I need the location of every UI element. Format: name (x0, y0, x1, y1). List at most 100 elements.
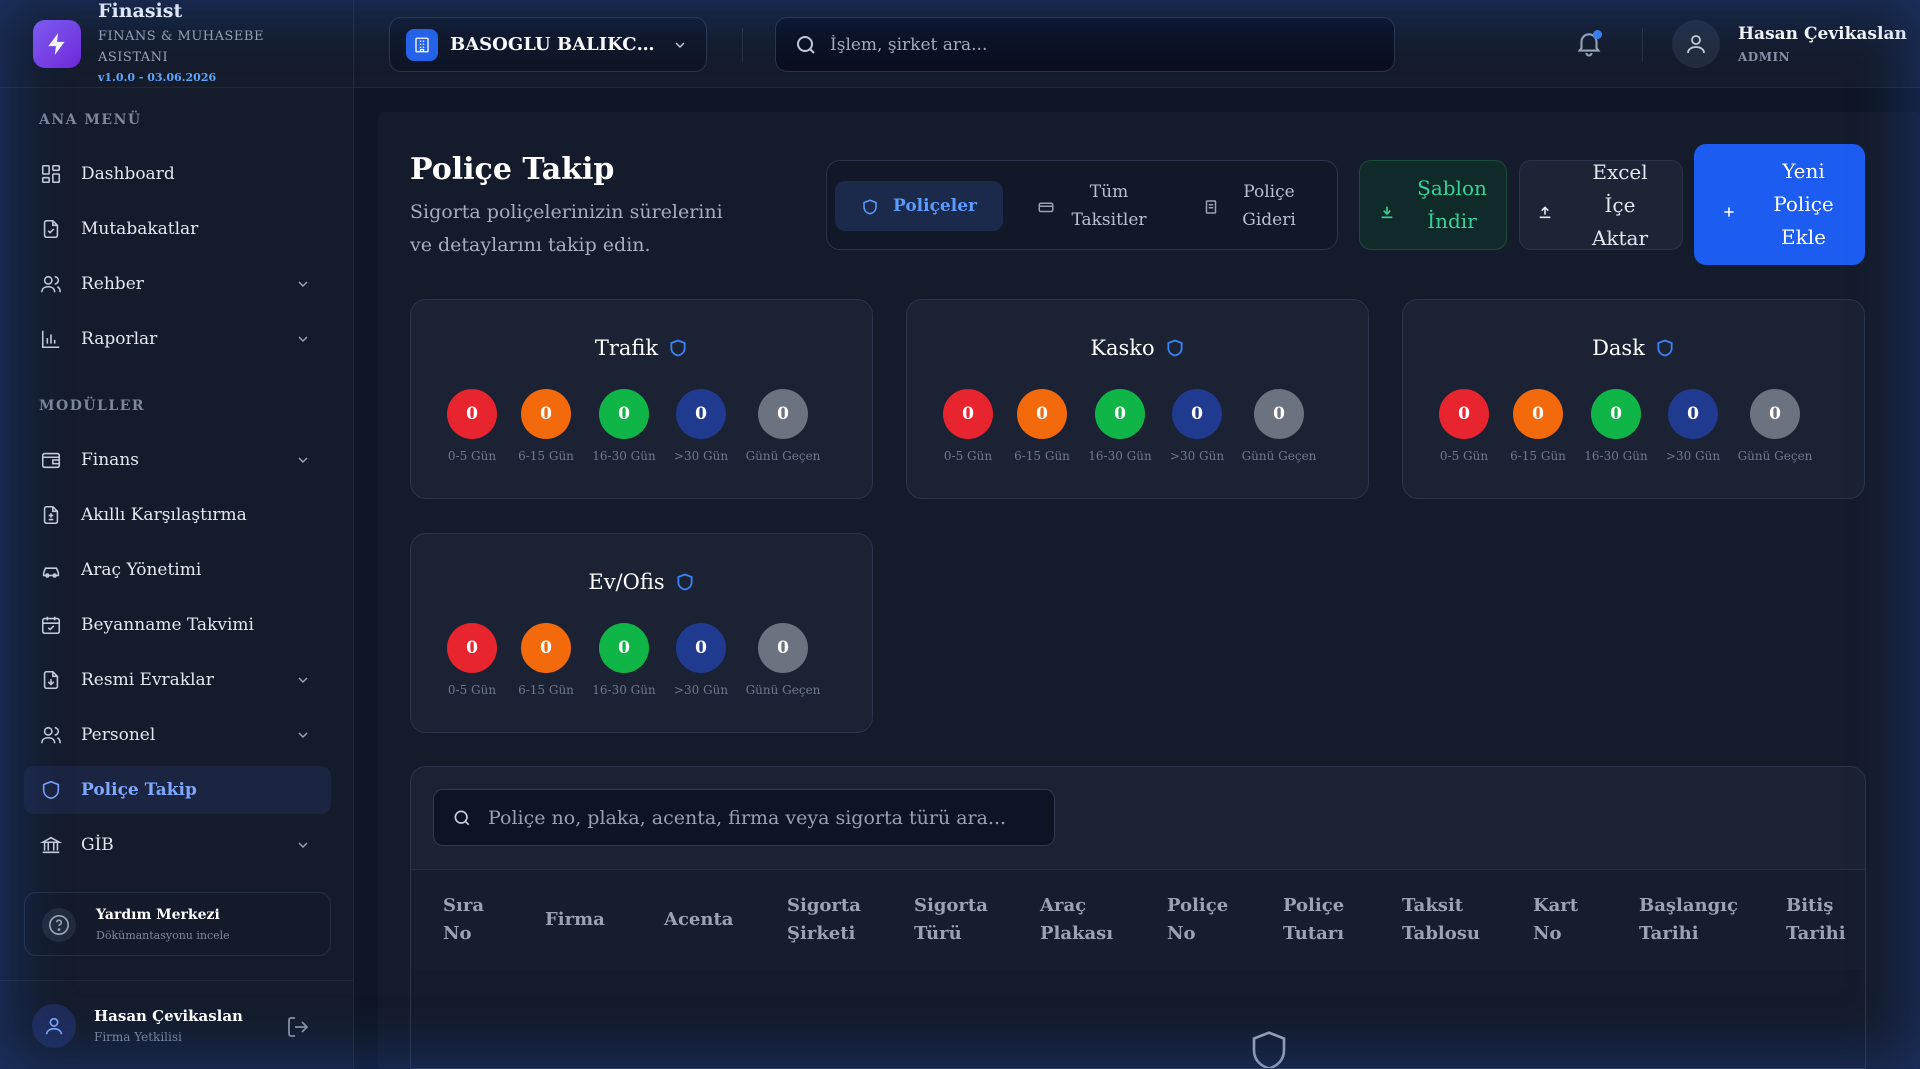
status-count-badge[interactable]: 0 (1750, 389, 1800, 439)
status-count-badge[interactable]: 0 (758, 389, 808, 439)
status-count-badge[interactable]: 0 (758, 623, 808, 673)
status-label: Günü Geçen (1737, 449, 1813, 463)
column-header[interactable]: Bitiş Tarihi (1786, 892, 1846, 948)
policy-type-card[interactable]: Ev/Ofis 0 0-5 Gün 0 6-15 Gün 0 16-30 Gün 0 >30 G… (410, 533, 873, 733)
sidebar-item-personel[interactable]: Personel (24, 711, 331, 759)
shield-icon (861, 197, 879, 215)
column-header[interactable]: Sıra No (443, 892, 484, 948)
sidebar-item-beyanname-takvimi[interactable]: Beyanname Takvimi (24, 601, 331, 649)
column-header[interactable]: Kart No (1533, 892, 1578, 948)
column-header-text: Sigorta (914, 895, 988, 916)
column-header-text: No (1533, 923, 1562, 944)
table-search-input[interactable] (488, 806, 1048, 829)
status-count-badge[interactable]: 0 (521, 389, 571, 439)
card-title-text: Kasko (1090, 336, 1155, 360)
status-count-badge[interactable]: 0 (521, 623, 571, 673)
excel-import-button[interactable]: Excel İçe Aktar (1519, 160, 1683, 250)
column-header[interactable]: Sigorta Şirketi (787, 892, 861, 948)
new-policy-label: Yeni Poliçe Ekle (1773, 159, 1834, 249)
status-label: >30 Gün (1665, 449, 1721, 463)
sidebar-item-araç-yönetimi[interactable]: Araç Yönetimi (24, 546, 331, 594)
status-count-badge[interactable]: 0 (1439, 389, 1489, 439)
sidebar-item-rehber[interactable]: Rehber (24, 260, 331, 308)
sidebar-user: Hasan Çevikaslan Firma Yetkilisi (0, 980, 354, 1069)
column-header-text: No (443, 923, 472, 944)
policy-type-card[interactable]: Trafik 0 0-5 Gün 0 6-15 Gün 0 16-30 Gün 0 >30 Gü… (410, 299, 873, 499)
sidebar-item-gi-b[interactable]: GİB (24, 821, 331, 869)
tab-policeler[interactable]: Poliçeler (835, 181, 1003, 231)
status-count-badge[interactable]: 0 (1591, 389, 1641, 439)
sidebar-item-poliçe-takip[interactable]: Poliçe Takip (24, 766, 331, 814)
status-count-badge[interactable]: 0 (1172, 389, 1222, 439)
table-search (433, 789, 1055, 846)
help-icon (42, 908, 76, 942)
status-count-badge[interactable]: 0 (599, 623, 649, 673)
sidebar-item-dashboard[interactable]: Dashboard (24, 150, 331, 198)
lightning-icon[interactable] (33, 20, 81, 68)
sidebar-item-raporlar[interactable]: Raporlar (24, 315, 331, 363)
sidebar-item-resmi-evraklar[interactable]: Resmi Evraklar (24, 656, 331, 704)
status-count-badge[interactable]: 0 (676, 623, 726, 673)
card-title: Trafik (411, 336, 872, 360)
status-count-badge[interactable]: 0 (1513, 389, 1563, 439)
column-header[interactable]: Taksit Tablosu (1402, 892, 1480, 948)
column-header[interactable]: Poliçe No (1167, 892, 1228, 948)
template-download-button[interactable]: Şablon İndir (1359, 160, 1507, 250)
company-selector[interactable]: BASOGLU BALIKCILIK (389, 17, 707, 72)
status-count-badge[interactable]: 0 (1254, 389, 1304, 439)
column-header[interactable]: Poliçe Tutarı (1283, 892, 1344, 948)
tab-tum-taksitler[interactable]: Tüm Taksitler (1023, 181, 1163, 231)
column-header-text: Firma (545, 909, 605, 930)
sidebar: Finasist Finans & Muhasebe Asistanı v1.0… (0, 0, 354, 1069)
sidebar-item-mutabakatlar[interactable]: Mutabakatlar (24, 205, 331, 253)
status-count-badge[interactable]: 0 (943, 389, 993, 439)
chevron-down-icon (295, 837, 311, 853)
status-label: 0-5 Gün (447, 449, 497, 463)
policy-type-card[interactable]: Kasko 0 0-5 Gün 0 6-15 Gün 0 16-30 Gün 0 >30 Gün… (906, 299, 1369, 499)
status-label: >30 Gün (673, 683, 729, 697)
tab-police-gideri[interactable]: Poliçe Gideri (1183, 181, 1323, 231)
column-header[interactable]: Araç Plakası (1040, 892, 1113, 948)
column-header[interactable]: Firma (545, 906, 605, 934)
company-name: BASOGLU BALIKCILIK (450, 34, 660, 55)
sidebar-item-label: Dashboard (81, 164, 175, 184)
column-header[interactable]: Acenta (664, 906, 733, 934)
new-policy-button[interactable]: Yeni Poliçe Ekle (1694, 144, 1865, 265)
status-count-badge[interactable]: 0 (599, 389, 649, 439)
file-download-icon (39, 668, 63, 692)
column-header[interactable]: Sigorta Türü (914, 892, 988, 948)
chevron-down-icon (672, 37, 688, 53)
app-window: Finasist Finans & Muhasebe Asistanı v1.0… (0, 0, 1920, 1069)
status-count-badge[interactable]: 0 (1095, 389, 1145, 439)
column-header-text: Taksit (1402, 895, 1464, 916)
help-center-card[interactable]: Yardım Merkezi Dökümantasyonu incele (24, 892, 331, 956)
sidebar-user-name: Hasan Çevikaslan (94, 1007, 243, 1025)
column-header-text: Acenta (664, 909, 734, 930)
status-count-badge[interactable]: 0 (447, 623, 497, 673)
user-avatar[interactable] (1672, 20, 1720, 68)
status-label: 16-30 Gün (1584, 449, 1648, 463)
chevron-down-icon (295, 452, 311, 468)
status-label: 16-30 Gün (592, 449, 656, 463)
notification-bell-icon[interactable] (1574, 28, 1604, 58)
policy-table: Sıra No Firma Acenta Sigorta Şirketi Sigorta Tü… (410, 766, 1866, 1069)
sidebar-item-label: Rehber (81, 274, 144, 294)
policy-type-card[interactable]: Dask 0 0-5 Gün 0 6-15 Gün 0 16-30 Gün 0 >30 Gün 0… (1402, 299, 1865, 499)
calendar-icon (39, 613, 63, 637)
column-header-text: Türü (914, 923, 962, 944)
chevron-down-icon (295, 331, 311, 347)
sidebar-item-akıllı-karşılaştırma[interactable]: Akıllı Karşılaştırma (24, 491, 331, 539)
status-counts: 0 0-5 Gün 0 6-15 Gün 0 16-30 Gün 0 >30 Gün 0 Günü… (1439, 389, 1839, 469)
chevron-down-icon (295, 276, 311, 292)
avatar[interactable] (32, 1004, 76, 1048)
status-count-badge[interactable]: 0 (676, 389, 726, 439)
status-count-badge[interactable]: 0 (447, 389, 497, 439)
column-header[interactable]: Başlangıç Tarihi (1639, 892, 1738, 948)
sidebar-item-label: GİB (81, 835, 114, 855)
status-count-badge[interactable]: 0 (1668, 389, 1718, 439)
sidebar-item-finans[interactable]: Finans (24, 436, 331, 484)
column-header-text: Tablosu (1402, 923, 1480, 944)
status-count-badge[interactable]: 0 (1017, 389, 1067, 439)
logout-icon[interactable] (286, 1015, 310, 1039)
global-search-input[interactable] (830, 34, 1370, 55)
